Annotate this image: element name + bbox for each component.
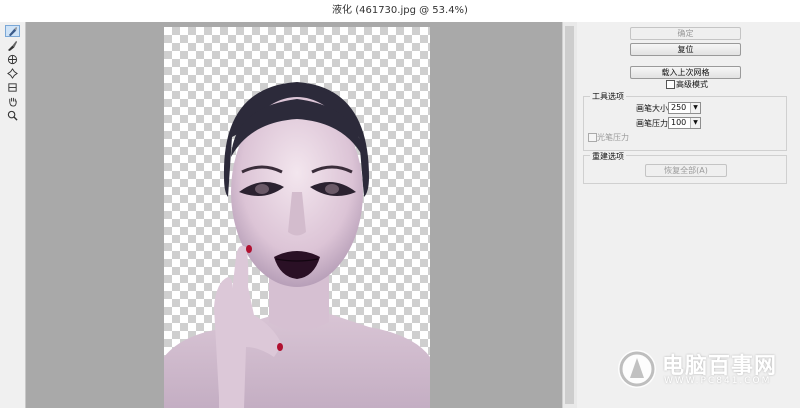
reset-button[interactable]: 复位 [630, 43, 741, 56]
hand-tool-icon[interactable] [5, 95, 20, 107]
chevron-down-icon[interactable]: ▼ [690, 118, 700, 128]
window-title: 液化 (461730.jpg @ 53.4%) [332, 5, 468, 16]
chevron-down-icon[interactable]: ▼ [690, 103, 700, 113]
restore-all-button[interactable]: 恢复全部(A) [645, 164, 727, 177]
bloat-tool-icon[interactable] [5, 67, 20, 79]
tool-options-title: 工具选项 [590, 91, 626, 102]
brush-pressure-field[interactable]: 100 ▼ [668, 117, 701, 129]
portrait-image [164, 82, 430, 408]
document-image[interactable] [164, 27, 430, 408]
stylus-pressure-label: 光笔压力 [597, 133, 629, 142]
scrollbar-thumb[interactable] [565, 26, 574, 404]
pucker-tool-icon[interactable] [5, 53, 20, 65]
brush-size-field[interactable]: 250 ▼ [668, 102, 701, 114]
brush-size-value[interactable]: 250 [671, 103, 686, 112]
watermark-logo-icon [618, 350, 656, 388]
reconstruct-tool-icon[interactable] [5, 39, 20, 51]
brush-pressure-value[interactable]: 100 [671, 118, 686, 127]
window-title-bar: 液化 (461730.jpg @ 53.4%) [0, 0, 800, 23]
advanced-mode-checkbox[interactable] [666, 80, 675, 89]
watermark-subtext: WWW.PC841.COM [664, 376, 772, 386]
canvas-area[interactable] [26, 22, 562, 408]
advanced-mode-label: 高级模式 [676, 80, 708, 89]
watermark: 电脑百事网 WWW.PC841.COM [618, 346, 798, 396]
vertical-scrollbar[interactable] [562, 22, 577, 408]
load-last-mesh-button[interactable]: 载入上次网格 [630, 66, 741, 79]
zoom-tool-icon[interactable] [5, 109, 20, 121]
brush-size-label: 画笔大小: [636, 104, 671, 113]
tool-strip [0, 22, 26, 408]
forward-warp-tool-icon[interactable] [5, 25, 20, 37]
ok-button[interactable]: 确定 [630, 27, 741, 40]
reconstruct-options-title: 重建选项 [590, 151, 626, 162]
push-left-tool-icon[interactable] [5, 81, 20, 93]
stylus-pressure-checkbox[interactable] [588, 133, 597, 142]
brush-pressure-label: 画笔压力: [636, 119, 671, 128]
